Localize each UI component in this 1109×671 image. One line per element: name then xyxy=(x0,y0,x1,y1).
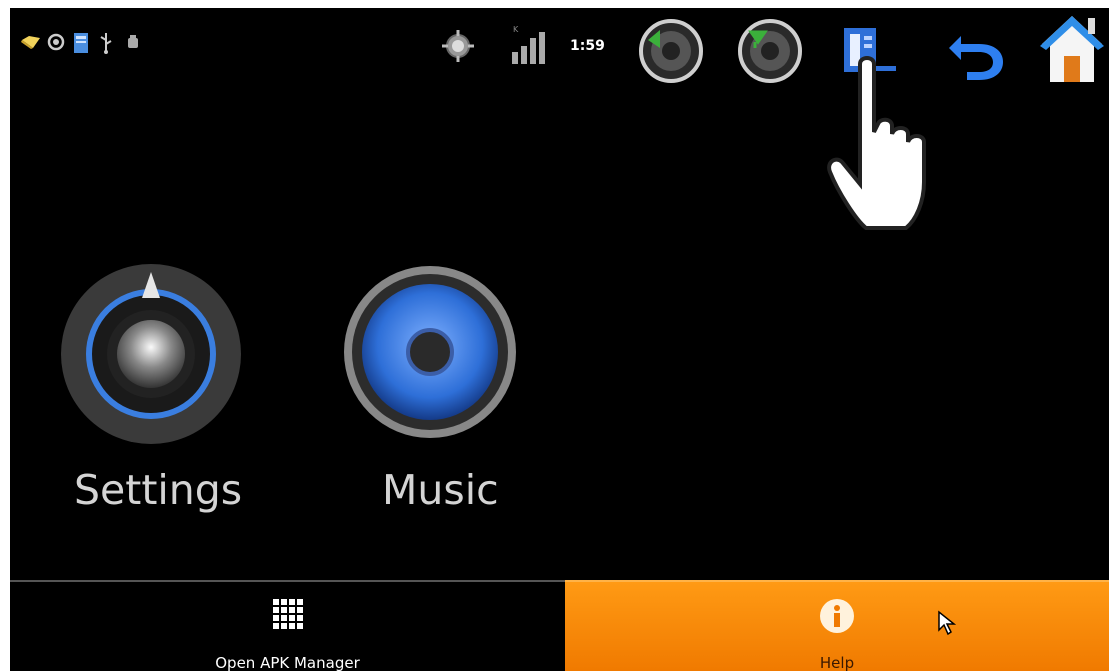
app-music[interactable]: Music xyxy=(330,256,530,526)
speaker-icon xyxy=(340,262,520,446)
signal-icon: K xyxy=(510,22,554,70)
volume-down-icon[interactable] xyxy=(638,18,704,88)
settings-knob-icon xyxy=(56,256,246,450)
hand-pointer-icon xyxy=(820,52,960,241)
open-apk-manager-button[interactable]: Open APK Manager xyxy=(10,580,565,671)
bottom-bar: Open APK Manager Help xyxy=(10,580,1109,671)
gps-icon xyxy=(440,28,476,68)
help-button[interactable]: Help xyxy=(565,580,1109,671)
grid-icon xyxy=(272,598,306,636)
open-apk-manager-label: Open APK Manager xyxy=(215,654,360,671)
status-time: 1:59 xyxy=(570,38,605,54)
home-icon[interactable] xyxy=(1038,12,1106,88)
help-label: Help xyxy=(819,654,855,671)
svg-text:K: K xyxy=(513,25,519,34)
app-settings[interactable]: Settings xyxy=(50,256,250,526)
info-icon xyxy=(819,598,855,638)
volume-up-icon[interactable] xyxy=(737,18,803,88)
mouse-cursor-icon xyxy=(937,610,957,640)
app-label-music: Music xyxy=(382,466,499,514)
device-screen: K 1:59 Settings Music Open APK Manager H… xyxy=(10,8,1109,671)
app-label-settings: Settings xyxy=(74,466,243,514)
